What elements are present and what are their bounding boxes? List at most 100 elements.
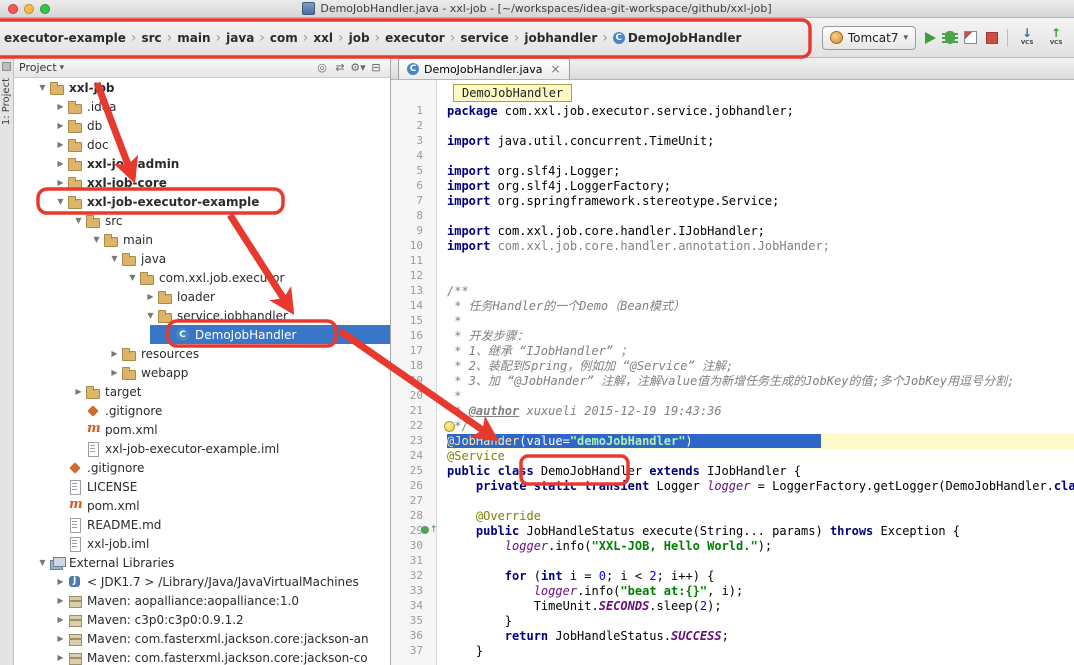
zoom-window-button[interactable]	[40, 4, 50, 14]
breadcrumb-item[interactable]: executor	[383, 29, 447, 47]
tree-item-xxl-job.iml[interactable]: xxl-job.iml	[14, 534, 390, 553]
code-line[interactable]: import java.util.concurrent.TimeUnit;	[447, 134, 1074, 149]
vcs-update-button[interactable]: ↓ VCS	[1017, 28, 1037, 47]
tree-item-pom.xml[interactable]: pom.xml	[14, 420, 390, 439]
collapsed-arrow-icon[interactable]: ▶	[54, 102, 67, 111]
coverage-button[interactable]	[964, 31, 977, 44]
tree-item-doc[interactable]: ▶doc	[14, 135, 390, 154]
breadcrumb-item[interactable]: src	[139, 29, 163, 47]
minimize-window-button[interactable]	[24, 4, 34, 14]
expanded-arrow-icon[interactable]: ▼	[90, 235, 103, 244]
chevron-down-icon[interactable]: ▾	[60, 63, 65, 73]
settings-gear-icon[interactable]: ⚙▾	[349, 61, 367, 74]
code-line[interactable]: */	[447, 419, 1074, 434]
collapse-all-icon[interactable]: ⊟	[367, 61, 385, 74]
tree-item-maven-com.fasterxml.jackson.core-jackson-an[interactable]: ▶Maven: com.fasterxml.jackson.core:jacks…	[14, 629, 390, 648]
tree-item-external-libraries[interactable]: ▼External Libraries	[14, 553, 390, 572]
tree-item-service.jobhandler[interactable]: ▼service.jobhandler	[14, 306, 390, 325]
expanded-arrow-icon[interactable]: ▼	[126, 273, 139, 282]
code-line[interactable]: import org.slf4j.LoggerFactory;	[447, 179, 1074, 194]
breadcrumb-item[interactable]: java	[224, 29, 256, 47]
debug-button[interactable]	[945, 31, 955, 44]
expand-selector-icon[interactable]: ⇄	[331, 61, 349, 74]
code-line[interactable]: return JobHandleStatus.SUCCESS;	[447, 629, 1074, 644]
code-line[interactable]: @JobHander(value="demoJobHandler")	[447, 434, 1074, 449]
tree-item-db[interactable]: ▶db	[14, 116, 390, 135]
collapsed-arrow-icon[interactable]: ▶	[54, 178, 67, 187]
code-line[interactable]: @Service	[447, 449, 1074, 464]
code-line[interactable]: /**	[447, 284, 1074, 299]
tree-item-maven-c3p0-c3p0-0.9.1.2[interactable]: ▶Maven: c3p0:c3p0:0.9.1.2	[14, 610, 390, 629]
code-line[interactable]: *	[447, 389, 1074, 404]
breadcrumb-item[interactable]: job	[347, 29, 372, 47]
code-line[interactable]	[447, 554, 1074, 569]
run-configuration-select[interactable]: Tomcat7 ▾	[822, 26, 916, 50]
code-line[interactable]	[447, 269, 1074, 284]
tree-item-xxl-job-executor-example.iml[interactable]: xxl-job-executor-example.iml	[14, 439, 390, 458]
code-line[interactable]	[447, 209, 1074, 224]
close-window-button[interactable]	[8, 4, 18, 14]
tree-item-resources[interactable]: ▶resources	[14, 344, 390, 363]
override-method-gutter-icon[interactable]: ↑	[421, 526, 438, 534]
tree-item-xxl-job-core[interactable]: ▶xxl-job-core	[14, 173, 390, 192]
stop-button[interactable]	[986, 32, 998, 44]
tree-item-target[interactable]: ▶target	[14, 382, 390, 401]
code-line[interactable]: logger.info("XXL-JOB, Hello World.");	[447, 539, 1074, 554]
collapsed-arrow-icon[interactable]: ▶	[108, 368, 121, 377]
code-line[interactable]: import org.slf4j.Logger;	[447, 164, 1074, 179]
scroll-from-source-icon[interactable]: ◎	[313, 61, 331, 74]
tree-item-.idea[interactable]: ▶.idea	[14, 97, 390, 116]
collapsed-arrow-icon[interactable]: ▶	[72, 387, 85, 396]
code-line[interactable]: * 任务Handler的一个Demo（Bean模式）	[447, 299, 1074, 314]
project-panel-title[interactable]: Project	[19, 61, 57, 74]
tree-item-java[interactable]: ▼java	[14, 249, 390, 268]
code-line[interactable]: import com.xxl.job.core.handler.IJobHand…	[447, 224, 1074, 239]
expanded-arrow-icon[interactable]: ▼	[36, 558, 49, 567]
tree-item-license[interactable]: LICENSE	[14, 477, 390, 496]
breadcrumb-item[interactable]: service	[458, 29, 510, 47]
breadcrumb-item[interactable]: com	[268, 29, 300, 47]
code-line[interactable]	[447, 494, 1074, 509]
collapsed-arrow-icon[interactable]: ▶	[144, 292, 157, 301]
tree-item-xxl-job[interactable]: ▼xxl-job	[14, 78, 390, 97]
code-line[interactable]: import org.springframework.stereotype.Se…	[447, 194, 1074, 209]
code-line[interactable]	[447, 149, 1074, 164]
tool-strip-icon[interactable]	[2, 62, 11, 71]
code-line[interactable]: }	[447, 644, 1074, 659]
breadcrumb-item[interactable]: executor-example	[2, 29, 128, 47]
tree-item-maven-aopalliance-aopalliance-1.0[interactable]: ▶Maven: aopalliance:aopalliance:1.0	[14, 591, 390, 610]
tree-item-pom.xml[interactable]: pom.xml	[14, 496, 390, 515]
tree-item-maven-com.fasterxml.jackson.core-jackson-co[interactable]: ▶Maven: com.fasterxml.jackson.core:jacks…	[14, 648, 390, 665]
collapsed-arrow-icon[interactable]: ▶	[54, 140, 67, 149]
tree-item-webapp[interactable]: ▶webapp	[14, 363, 390, 382]
breadcrumb-item[interactable]: main	[175, 29, 212, 47]
breadcrumb-item[interactable]: DemoJobHandler	[611, 29, 744, 47]
code-line[interactable]: for (int i = 0; i < 2; i++) {	[447, 569, 1074, 584]
code-line[interactable]: logger.info("beat at:{}", i);	[447, 584, 1074, 599]
project-tool-window-button[interactable]: 1: Project	[1, 78, 12, 125]
tree-item-demojobhandler[interactable]: DemoJobHandler	[14, 325, 390, 344]
code-line[interactable]: public class DemoJobHandler extends IJob…	[447, 464, 1074, 479]
tab-demojobhandler-java[interactable]: DemoJobHandler.java ×	[398, 58, 570, 79]
code-line[interactable]: *	[447, 314, 1074, 329]
code-line[interactable]	[447, 119, 1074, 134]
tree-item-xxl-job-admin[interactable]: ▶xxl-job-admin	[14, 154, 390, 173]
collapsed-arrow-icon[interactable]: ▶	[108, 349, 121, 358]
code-line[interactable]: TimeUnit.SECONDS.sleep(2);	[447, 599, 1074, 614]
collapsed-arrow-icon[interactable]: ▶	[54, 653, 67, 662]
code-line[interactable]: import com.xxl.job.core.handler.annotati…	[447, 239, 1074, 254]
tree-item-com.xxl.job.executor[interactable]: ▼com.xxl.job.executor	[14, 268, 390, 287]
close-icon[interactable]: ×	[551, 62, 561, 76]
expanded-arrow-icon[interactable]: ▼	[36, 83, 49, 92]
vcs-commit-button[interactable]: ↑ VCS	[1046, 28, 1066, 47]
intention-bulb-icon[interactable]	[444, 421, 455, 432]
code-line[interactable]: public JobHandleStatus execute(String...…	[447, 524, 1074, 539]
breadcrumb-item[interactable]: jobhandler	[522, 29, 599, 47]
run-button[interactable]	[925, 32, 936, 44]
expanded-arrow-icon[interactable]: ▼	[72, 216, 85, 225]
collapsed-arrow-icon[interactable]: ▶	[54, 596, 67, 605]
code-line[interactable]: package com.xxl.job.executor.service.job…	[447, 104, 1074, 119]
expanded-arrow-icon[interactable]: ▼	[144, 311, 157, 320]
code-line[interactable]: * 1、继承 “IJobHandler” ；	[447, 344, 1074, 359]
code-line[interactable]: * 2、装配到Spring，例如加 “@Service” 注解;	[447, 359, 1074, 374]
